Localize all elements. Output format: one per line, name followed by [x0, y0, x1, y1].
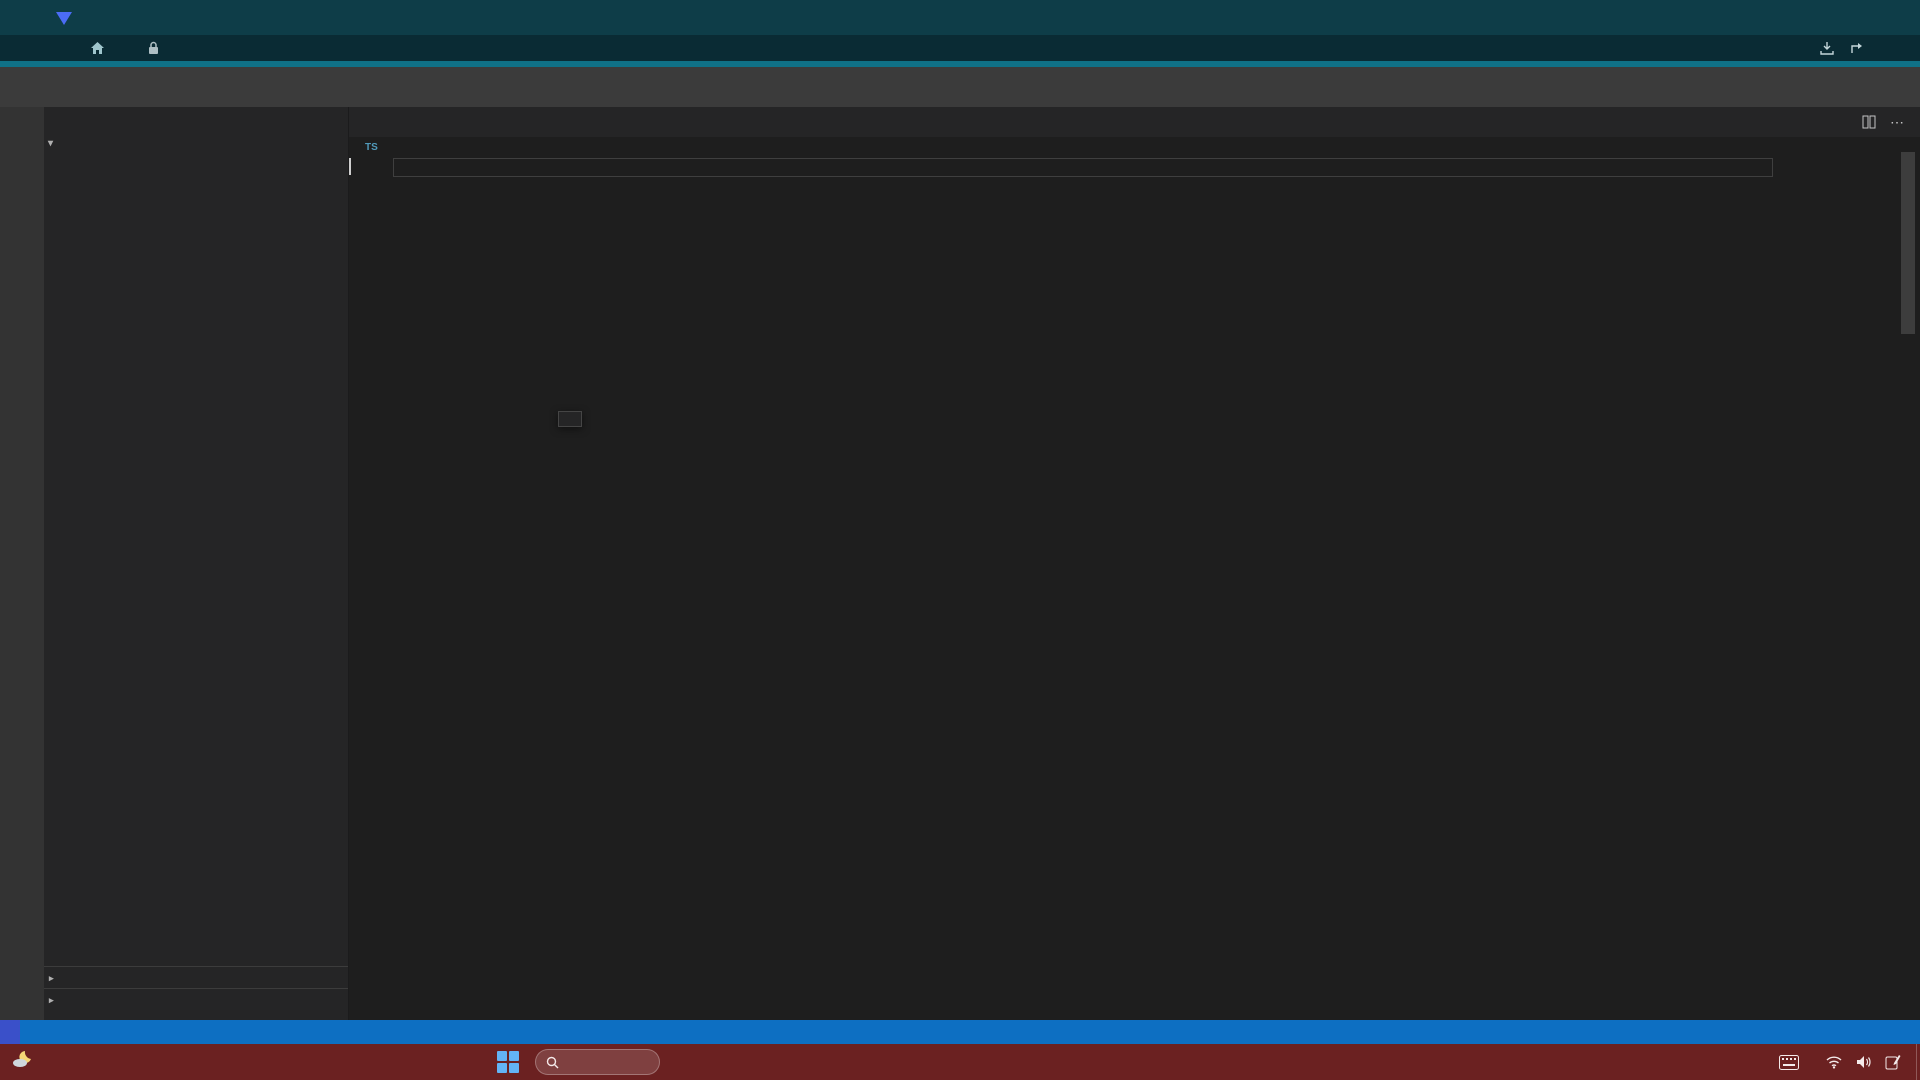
share-icon[interactable] [1849, 40, 1865, 56]
link-tooltip [558, 411, 582, 427]
taskbar-search[interactable] [535, 1049, 660, 1075]
save-page-icon[interactable] [1819, 40, 1835, 56]
weather-widget[interactable] [10, 1047, 41, 1071]
current-line-highlight [393, 158, 1773, 177]
taskbar [0, 1044, 1920, 1080]
volume-icon[interactable] [1856, 1055, 1872, 1069]
browser-tab-bar [0, 0, 1920, 35]
scrollbar[interactable] [1898, 150, 1920, 1020]
split-editor-icon[interactable] [1862, 115, 1876, 129]
breadcrumb[interactable]: TS [349, 137, 1920, 158]
timeline-section[interactable]: ▸ [44, 988, 348, 1011]
workspace-section-header[interactable]: ▾ [44, 137, 348, 160]
more-actions-icon[interactable]: ⋯ [1890, 114, 1904, 131]
scrollbar-thumb[interactable] [1901, 152, 1915, 334]
home-button[interactable] [90, 41, 120, 55]
start-button[interactable] [497, 1051, 519, 1073]
text-cursor [349, 158, 351, 175]
outline-section[interactable]: ▸ [44, 966, 348, 989]
activity-bar [0, 107, 44, 1020]
show-desktop-button[interactable] [1916, 1044, 1920, 1080]
ssl-lock-icon [148, 41, 159, 55]
pen-icon[interactable] [1885, 1054, 1901, 1070]
weather-icon [10, 1047, 34, 1071]
browser-logo-icon[interactable] [56, 12, 72, 25]
code-editor[interactable] [349, 158, 1788, 1020]
search-icon [546, 1056, 559, 1069]
vscode-titlebar [0, 67, 1920, 107]
explorer-sidebar: ▾ ▸ ▸ [44, 107, 349, 1020]
minimap[interactable] [1788, 150, 1898, 1020]
wifi-icon[interactable] [1825, 1055, 1843, 1069]
editor-actions: ⋯ [1790, 107, 1920, 137]
status-bar [0, 1020, 1920, 1044]
chevron-down-icon: ▾ [48, 138, 53, 149]
screen: ▾ ▸ ▸ ⋯ TS [0, 0, 1920, 1080]
ts-file-icon: TS [365, 142, 378, 153]
editor-tab-strip [349, 107, 1920, 137]
remote-indicator[interactable] [0, 1020, 20, 1044]
browser-toolbar [0, 35, 1920, 61]
touch-keyboard-icon[interactable] [1779, 1055, 1799, 1070]
